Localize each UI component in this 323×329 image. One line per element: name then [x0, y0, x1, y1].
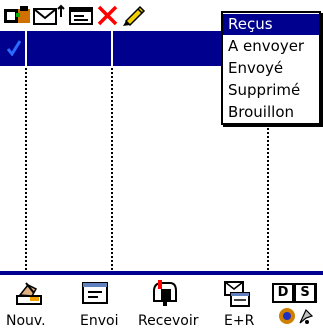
hotsync-icon[interactable]: [276, 306, 318, 326]
folder-item-recus[interactable]: Reçus: [223, 14, 319, 35]
outbox-envelope-icon: [82, 282, 108, 304]
send-mail-icon[interactable]: [32, 3, 66, 27]
column-separator: [25, 68, 27, 270]
receive-button[interactable]: Recevoir: [137, 279, 207, 329]
send-button[interactable]: Envoi: [76, 279, 122, 329]
compose-hand-icon: [16, 282, 42, 305]
new-message-button[interactable]: Nouv.: [0, 279, 52, 329]
folder-icon[interactable]: [2, 3, 32, 27]
new-message-label: Nouv.: [6, 313, 46, 329]
send-receive-label: E+R: [224, 313, 255, 329]
folder-item-brouillon[interactable]: Brouillon: [223, 102, 319, 123]
column-separator: [111, 68, 113, 270]
folder-dropdown-menu[interactable]: Reçus A envoyer Envoyé Supprimé Brouillo…: [221, 11, 321, 125]
ds-letter-d: D: [274, 285, 292, 301]
ds-letter-s: S: [296, 285, 314, 301]
ds-indicator[interactable]: D S: [272, 283, 317, 303]
message-icon[interactable]: [68, 3, 94, 27]
column-divider: [111, 31, 113, 66]
mailbox-icon: [153, 280, 177, 306]
receive-label: Recevoir: [138, 313, 199, 329]
bottom-divider: [0, 271, 323, 275]
folder-item-a-envoyer[interactable]: A envoyer: [223, 36, 319, 57]
folder-item-supprime[interactable]: Supprimé: [223, 80, 319, 101]
delete-icon[interactable]: [95, 3, 121, 27]
send-label: Envoi: [80, 313, 119, 329]
send-receive-button[interactable]: E+R: [218, 279, 262, 329]
folder-item-envoye[interactable]: Envoyé: [223, 58, 319, 79]
checkmark-icon[interactable]: [7, 40, 21, 56]
column-divider: [25, 31, 27, 66]
send-receive-icon: [224, 281, 250, 307]
pencil-icon[interactable]: [120, 3, 148, 27]
